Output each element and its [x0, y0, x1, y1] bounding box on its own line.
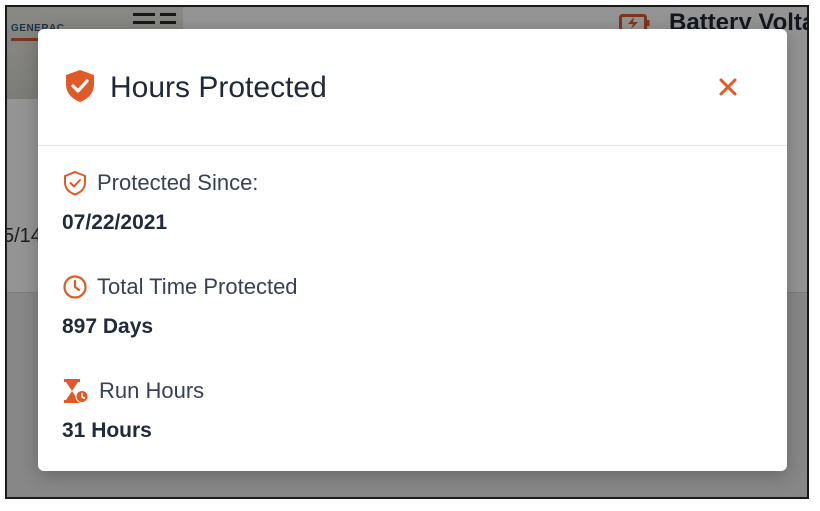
modal-header: Hours Protected [38, 29, 787, 146]
run-hours-label: Run Hours [99, 378, 205, 403]
close-button[interactable] [714, 73, 742, 101]
protected-since-section: Protected Since: 07/22/2021 [62, 169, 258, 235]
modal-title: Hours Protected [110, 71, 327, 104]
protected-since-label: Protected Since: [97, 170, 259, 195]
run-hours-value: 31 Hours [62, 419, 152, 442]
total-time-protected-section: Total Time Protected 897 Days [62, 273, 298, 339]
app-frame: GENERAC Battery Voltage 5/14 [5, 5, 809, 499]
protected-since-value: 07/22/2021 [62, 211, 168, 234]
hours-protected-modal: Hours Protected Protected Since: 07/22/2… [38, 29, 787, 471]
clock-icon [63, 275, 87, 299]
hourglass-clock-icon [64, 379, 89, 403]
close-icon [719, 78, 737, 96]
total-time-protected-value: 897 Days [62, 315, 154, 338]
run-hours-section: Run Hours 31 Hours [62, 377, 204, 443]
total-time-protected-label: Total Time Protected [97, 274, 298, 299]
shield-check-icon [64, 69, 96, 108]
shield-check-outline-icon [64, 170, 86, 196]
